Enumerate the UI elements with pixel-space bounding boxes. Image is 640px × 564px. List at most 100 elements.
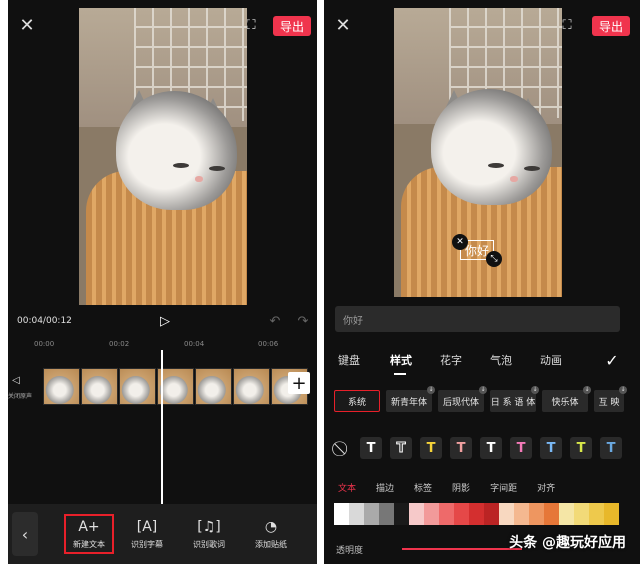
tab-fancy-text[interactable]: 花字 — [440, 352, 462, 368]
watermark: 头条 @趣玩好应用 — [509, 532, 626, 552]
color-swatch[interactable] — [514, 503, 529, 525]
export-button[interactable]: 导出 — [592, 16, 630, 36]
color-swatch[interactable] — [484, 503, 499, 525]
tab-style[interactable]: 样式 — [390, 352, 412, 368]
timeline[interactable]: 00:00 00:02 00:04 00:06 ◁ 关闭原声 + — [8, 336, 317, 506]
speaker-icon[interactable]: ◁ — [9, 373, 23, 387]
t-glyph-icon: T — [426, 440, 436, 456]
color-swatch[interactable] — [424, 503, 439, 525]
video-preview[interactable]: 你好 ✕ ⤡ — [394, 8, 562, 297]
color-swatch[interactable] — [544, 503, 559, 525]
download-icon: ↓ — [479, 386, 487, 394]
color-swatch[interactable] — [334, 503, 349, 525]
new-text-button[interactable]: A+ 新建文本 — [64, 514, 114, 554]
undo-icon[interactable]: ↶ — [267, 312, 283, 330]
redo-icon[interactable]: ↷ — [295, 312, 311, 330]
font-option[interactable]: 日 系 语 体 ↓ — [490, 386, 539, 412]
text-style-preset[interactable]: T — [420, 437, 442, 459]
text-input[interactable]: 你好 — [335, 306, 620, 332]
font-option[interactable]: 互 映 ↓ — [594, 386, 627, 412]
time-display: 00:04/00:12 — [17, 316, 72, 326]
sticker-icon: ◔ — [264, 518, 278, 535]
font-option[interactable]: 快乐体 ↓ — [542, 386, 591, 412]
video-track[interactable] — [43, 368, 309, 405]
download-icon: ↓ — [427, 386, 435, 394]
text-style-preset[interactable]: T — [570, 437, 592, 459]
scale-rotate-icon[interactable]: ⤡ — [486, 251, 502, 267]
download-icon: ↓ — [583, 386, 591, 394]
text-style-preset[interactable]: T — [510, 437, 532, 459]
t-glyph-icon: T — [606, 440, 616, 456]
delete-text-icon[interactable]: ✕ — [452, 234, 468, 250]
color-swatch[interactable] — [559, 503, 574, 525]
tab-keyboard[interactable]: 键盘 — [338, 352, 360, 368]
text-style-preset[interactable]: T — [360, 437, 382, 459]
text-style-preset[interactable]: T — [540, 437, 562, 459]
add-clip-button[interactable]: + — [288, 372, 310, 394]
t-glyph-icon: T — [366, 440, 376, 456]
tab-animation[interactable]: 动画 — [540, 352, 562, 368]
subtab-stroke[interactable]: 描边 — [376, 481, 394, 494]
auto-caption-label: 识别字幕 — [131, 539, 163, 549]
subtab-align[interactable]: 对齐 — [537, 481, 555, 494]
color-swatch[interactable] — [574, 503, 589, 525]
subtab-label[interactable]: 标签 — [414, 481, 432, 494]
text-style-preset[interactable]: T — [600, 437, 622, 459]
t-glyph-icon: T — [516, 440, 526, 456]
font-label: 系统 — [347, 397, 366, 408]
mute-original-label[interactable]: 关闭原声 — [8, 391, 32, 400]
subtab-shadow[interactable]: 阴影 — [452, 481, 470, 494]
text-style-preset[interactable]: T — [450, 437, 472, 459]
no-style-icon[interactable]: ⃠ — [334, 439, 352, 457]
active-tab-indicator — [394, 373, 406, 375]
font-option[interactable]: 新青年体 ↓ — [386, 386, 435, 412]
color-swatch[interactable] — [394, 503, 409, 525]
text-style-preset[interactable]: T — [390, 437, 412, 459]
auto-lyrics-label: 识别歌词 — [193, 539, 225, 549]
play-icon[interactable]: ▷ — [156, 312, 174, 330]
font-label: 日 系 语 体 — [490, 397, 536, 408]
watermark-text: 头条 @趣玩好应用 — [509, 535, 626, 551]
video-preview[interactable] — [79, 8, 247, 305]
font-option[interactable]: 后现代体 ↓ — [438, 386, 487, 412]
add-sticker-button[interactable]: ◔ 添加贴纸 — [246, 519, 296, 550]
color-swatch[interactable] — [439, 503, 454, 525]
add-sticker-label: 添加贴纸 — [255, 539, 287, 549]
caption-scan-icon: [A] — [136, 518, 158, 535]
color-swatch[interactable] — [364, 503, 379, 525]
lyrics-scan-icon: [♫] — [197, 518, 221, 535]
color-swatch[interactable] — [379, 503, 394, 525]
timeline-tick: 00:04 — [184, 340, 205, 348]
timeline-tick: 00:02 — [109, 340, 130, 348]
color-swatch[interactable] — [529, 503, 544, 525]
text-style-preset[interactable]: T — [480, 437, 502, 459]
close-icon[interactable]: ✕ — [16, 14, 38, 36]
close-icon[interactable]: ✕ — [332, 14, 354, 36]
subtab-letter-spacing[interactable]: 字间距 — [490, 481, 517, 494]
color-swatch[interactable] — [604, 503, 619, 525]
text-input-value: 你好 — [343, 316, 363, 327]
download-icon: ↓ — [531, 386, 539, 394]
auto-caption-button[interactable]: [A] 识别字幕 — [122, 519, 172, 550]
color-swatch[interactable] — [454, 503, 469, 525]
font-label: 互 映 — [598, 397, 620, 408]
font-option-system[interactable]: 系统 — [334, 390, 380, 412]
color-swatch[interactable] — [349, 503, 364, 525]
playhead[interactable] — [161, 350, 163, 506]
t-glyph-icon: T — [576, 440, 586, 456]
auto-lyrics-button[interactable]: [♫] 识别歌词 — [184, 519, 234, 550]
confirm-check-icon[interactable]: ✓ — [602, 350, 622, 370]
editor-panel-left: ✕ ⛶ 导出 00:04/00:12 ▷ ↶ ↷ 00:00 00:02 00:… — [8, 0, 317, 564]
export-button[interactable]: 导出 — [273, 16, 311, 36]
t-glyph-icon: T — [396, 440, 406, 456]
t-glyph-icon: T — [456, 440, 466, 456]
back-button[interactable]: ‹ — [12, 512, 38, 556]
tab-bubble[interactable]: 气泡 — [490, 352, 512, 368]
subtab-text[interactable]: 文本 — [338, 481, 356, 494]
color-swatch[interactable] — [409, 503, 424, 525]
opacity-slider[interactable] — [402, 548, 522, 550]
color-swatch[interactable] — [499, 503, 514, 525]
font-label: 新青年体 — [390, 397, 427, 408]
color-swatch[interactable] — [469, 503, 484, 525]
color-swatch[interactable] — [589, 503, 604, 525]
